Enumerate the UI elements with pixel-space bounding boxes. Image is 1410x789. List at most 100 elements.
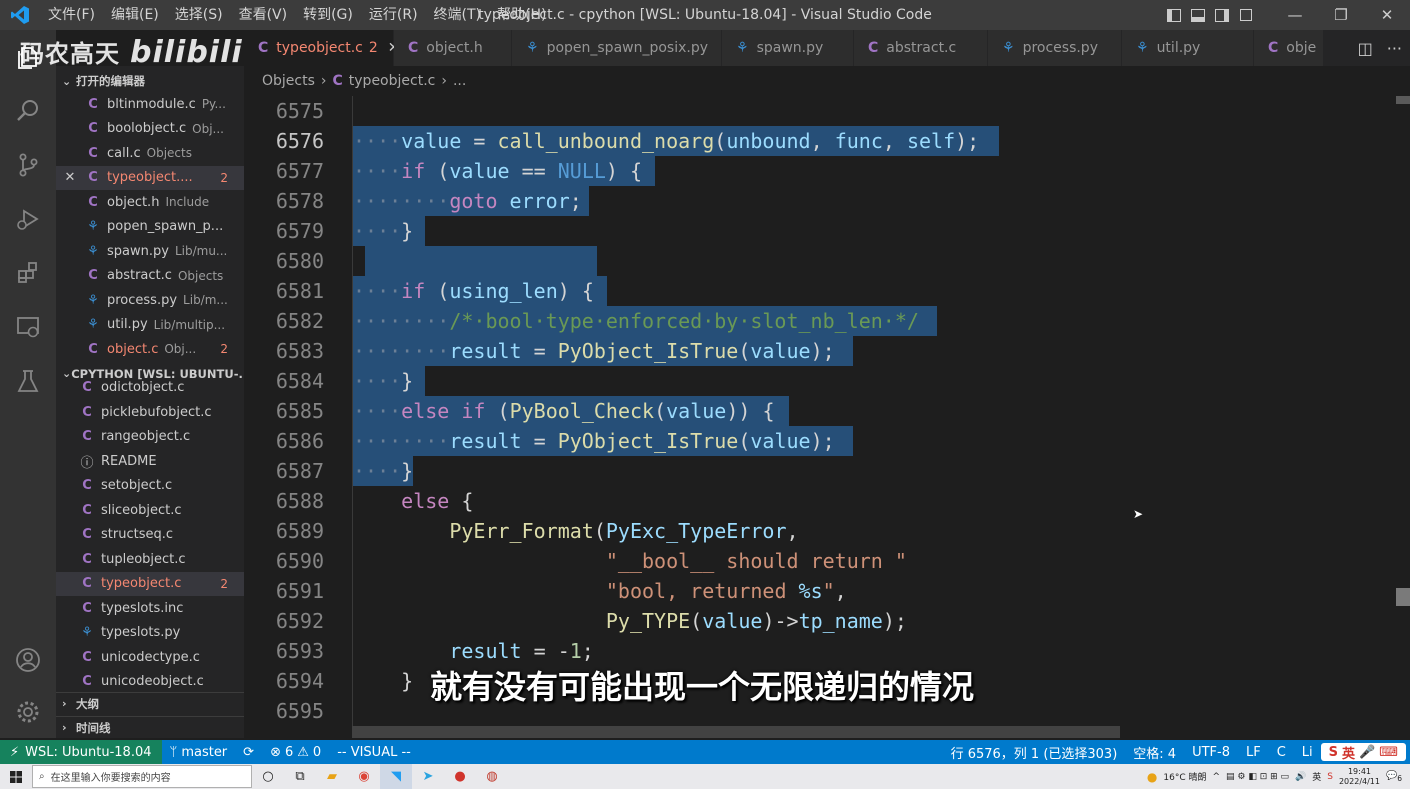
code-line[interactable]: else { bbox=[353, 486, 473, 516]
menu-item[interactable]: 帮助(H) bbox=[489, 0, 554, 30]
toggle-sidebar-icon[interactable] bbox=[1162, 0, 1186, 30]
sync-icon[interactable]: ⟳ bbox=[235, 745, 262, 760]
open-editor-item[interactable]: ⚘ popen_spawn_p... bbox=[56, 215, 244, 240]
menu-item[interactable]: 运行(R) bbox=[361, 0, 426, 30]
restore-icon[interactable]: ❐ bbox=[1318, 0, 1364, 30]
tree-item[interactable]: ⚘ typeslots.py bbox=[56, 621, 244, 646]
clock[interactable]: 19:41 2022/4/11 bbox=[1339, 767, 1380, 787]
code-editor[interactable]: 6575 6576 6577 6578 6579 6580 6581 6582 6583 6584… bbox=[244, 96, 1410, 738]
code-line[interactable]: ········/*·bool·type·enforced·by·slot_nb… bbox=[353, 306, 919, 336]
ime-indicator[interactable]: 英 bbox=[1312, 770, 1321, 783]
code-line[interactable]: ········result = PyObject_IsTrue(value); bbox=[353, 426, 835, 456]
open-editor-item[interactable]: Ccall.c Objects bbox=[56, 141, 244, 166]
task-view-icon[interactable]: ⧉ bbox=[284, 764, 316, 789]
file-explorer-icon[interactable]: ▰ bbox=[316, 764, 348, 789]
tree-item[interactable]: Csetobject.c bbox=[56, 474, 244, 499]
open-editor-item[interactable]: ✕ Ctypeobject.... 2 bbox=[56, 165, 244, 190]
tree-item[interactable]: Cpicklebufobject.c bbox=[56, 400, 244, 425]
code-line[interactable]: PyErr_Format(PyExc_TypeError, bbox=[353, 516, 798, 546]
breadcrumb-more[interactable]: ... bbox=[453, 73, 466, 89]
tree-item[interactable]: Cstructseq.c bbox=[56, 523, 244, 548]
indentation[interactable]: 空格: 4 bbox=[1125, 743, 1184, 762]
manage-gear-icon[interactable] bbox=[0, 685, 56, 739]
split-editor-icon[interactable]: ◫ bbox=[1358, 39, 1373, 58]
editor-tab[interactable]: ⚘ process.py bbox=[988, 30, 1122, 66]
tree-item[interactable]: Ctypeslots.inc bbox=[56, 596, 244, 621]
source-control-icon[interactable] bbox=[0, 138, 56, 192]
ime-toolbar[interactable]: S 英 🎤 ⌨ bbox=[1320, 743, 1406, 762]
run-debug-icon[interactable] bbox=[0, 192, 56, 246]
code-area[interactable]: ····value = call_unbound_noarg(unbound, … bbox=[352, 96, 1396, 738]
code-line[interactable]: "__bool__ should return " bbox=[353, 546, 907, 576]
open-editors-header[interactable]: ⌄ 打开的编辑器 bbox=[56, 70, 244, 92]
code-line[interactable]: ····} bbox=[353, 366, 413, 396]
weather-text[interactable]: 16°C 晴朗 bbox=[1163, 770, 1206, 783]
tree-item[interactable]: Crangeobject.c bbox=[56, 425, 244, 450]
cortana-icon[interactable]: ○ bbox=[252, 764, 284, 789]
taskbar-search[interactable]: ⌕ 在这里输入你要搜索的内容 bbox=[32, 765, 252, 788]
close-window-icon[interactable]: ✕ bbox=[1364, 0, 1410, 30]
notification-icon[interactable]: 💬6 bbox=[1386, 771, 1402, 783]
end-of-line[interactable]: LF bbox=[1238, 745, 1269, 760]
open-editor-item[interactable]: ⚘ util.py Lib/multip... bbox=[56, 313, 244, 338]
chrome-icon[interactable]: ◉ bbox=[348, 764, 380, 789]
menu-item[interactable]: 转到(G) bbox=[295, 0, 361, 30]
tree-item[interactable]: Codictobject.c bbox=[56, 376, 244, 401]
editor-tab[interactable]: ⚘ util.py bbox=[1122, 30, 1254, 66]
code-line[interactable]: ····value = call_unbound_noarg(unbound, … bbox=[353, 126, 979, 156]
editor-tab[interactable]: ⚘ spawn.py bbox=[722, 30, 854, 66]
open-editor-item[interactable]: Cboolobject.c Obj... bbox=[56, 117, 244, 142]
search-icon[interactable] bbox=[0, 84, 56, 138]
editor-tab[interactable]: ⚘ popen_spawn_posix.py bbox=[512, 30, 722, 66]
tree-item[interactable]: ⓘ README bbox=[56, 449, 244, 474]
outline-section[interactable]: › 大纲 bbox=[56, 692, 244, 714]
remote-explorer-icon[interactable] bbox=[0, 300, 56, 354]
tray-apps-icon[interactable]: ▤ ⚙ ◧ ⊡ ⊞ ▭ bbox=[1226, 772, 1289, 782]
editor-tab[interactable]: Cobject.h bbox=[394, 30, 512, 66]
sogou-tray-icon[interactable]: S bbox=[1327, 772, 1333, 782]
tree-item[interactable]: Ctupleobject.c bbox=[56, 547, 244, 572]
app-recorder-icon[interactable]: ◍ bbox=[476, 764, 508, 789]
vscode-taskbar-icon[interactable]: ◥ bbox=[380, 764, 412, 789]
toggle-panel-icon[interactable] bbox=[1186, 0, 1210, 30]
tray-chevron-icon[interactable]: ^ bbox=[1213, 772, 1221, 782]
open-editor-item[interactable]: Cabstract.c Objects bbox=[56, 264, 244, 289]
language-mode[interactable]: C bbox=[1269, 745, 1294, 760]
open-editor-item[interactable]: ⚘ process.py Lib/m... bbox=[56, 288, 244, 313]
encoding[interactable]: UTF-8 bbox=[1184, 745, 1238, 760]
tree-item[interactable]: Csliceobject.c bbox=[56, 498, 244, 523]
cursor-position[interactable]: 行 6576，列 1 (已选择303) bbox=[943, 743, 1126, 762]
menu-item[interactable]: 文件(F) bbox=[40, 0, 103, 30]
open-editor-item[interactable]: ⚘ spawn.py Lib/mu... bbox=[56, 239, 244, 264]
timeline-section[interactable]: › 时间线 bbox=[56, 716, 244, 738]
code-line[interactable]: } bbox=[353, 666, 413, 696]
horizontal-scrollbar[interactable] bbox=[352, 726, 1120, 738]
tree-item[interactable]: Cunicodeobject.c bbox=[56, 670, 244, 695]
code-line[interactable]: ····if (value == NULL) { bbox=[353, 156, 642, 186]
open-editor-item[interactable]: Cbltinmodule.c Py... bbox=[56, 92, 244, 117]
app-red-icon[interactable]: ● bbox=[444, 764, 476, 789]
remote-indicator[interactable]: ⚡ WSL: Ubuntu-18.04 bbox=[0, 740, 162, 764]
extensions-icon[interactable] bbox=[0, 246, 56, 300]
code-line[interactable]: ····if (using_len) { bbox=[353, 276, 594, 306]
tree-item[interactable]: Ctypeobject.c 2 bbox=[56, 571, 244, 596]
menu-item[interactable]: 选择(S) bbox=[167, 0, 231, 30]
open-editor-item[interactable]: Cobject.h Include bbox=[56, 190, 244, 215]
more-actions-icon[interactable]: ··· bbox=[1387, 39, 1402, 58]
breadcrumb-folder[interactable]: Objects bbox=[262, 73, 315, 89]
customize-layout-icon[interactable] bbox=[1234, 0, 1258, 30]
code-line[interactable]: Py_TYPE(value)->tp_name); bbox=[353, 606, 907, 636]
editor-tab[interactable]: Cabstract.c bbox=[854, 30, 988, 66]
status-extra[interactable]: Li bbox=[1294, 745, 1321, 760]
code-line[interactable]: ····} bbox=[353, 216, 413, 246]
open-editor-item[interactable]: Cobject.c Obj... 2 bbox=[56, 337, 244, 362]
accounts-icon[interactable] bbox=[0, 633, 56, 687]
telegram-icon[interactable]: ➤ bbox=[412, 764, 444, 789]
tree-item[interactable]: Cunicodectype.c bbox=[56, 645, 244, 670]
code-line[interactable]: ········result = PyObject_IsTrue(value); bbox=[353, 336, 835, 366]
menu-item[interactable]: 查看(V) bbox=[231, 0, 296, 30]
windows-start-icon[interactable] bbox=[0, 764, 32, 789]
toggle-secondary-sidebar-icon[interactable] bbox=[1210, 0, 1234, 30]
minimize-icon[interactable]: — bbox=[1272, 0, 1318, 30]
code-line[interactable]: "bool, returned %s", bbox=[353, 576, 847, 606]
